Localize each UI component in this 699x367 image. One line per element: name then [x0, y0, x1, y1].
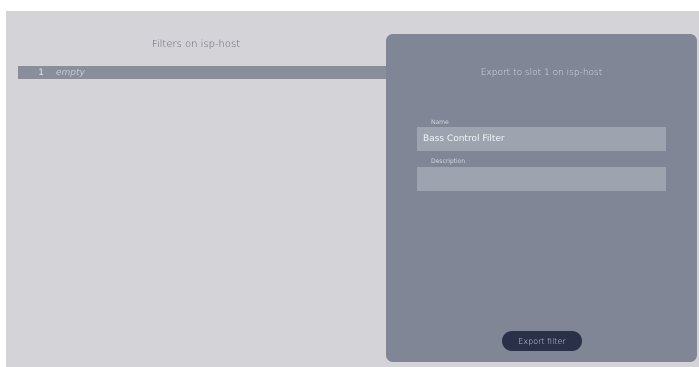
name-label: Name [431, 119, 449, 126]
name-input[interactable] [417, 127, 666, 151]
filters-list-title: Filters on isp-host [151, 39, 241, 50]
export-filter-button[interactable]: Export filter [502, 331, 582, 351]
export-panel-title: Export to slot 1 on isp-host [480, 68, 603, 78]
slot-label: empty [56, 67, 85, 78]
description-input[interactable] [417, 167, 666, 191]
filter-slot-row[interactable]: 1 empty [18, 66, 398, 79]
app-window: Filters on isp-host 1 empty Export to sl… [6, 11, 699, 367]
export-panel: Export to slot 1 on isp-host Name Descri… [386, 34, 697, 362]
slot-number: 1 [38, 67, 44, 78]
description-label: Description [431, 158, 466, 165]
